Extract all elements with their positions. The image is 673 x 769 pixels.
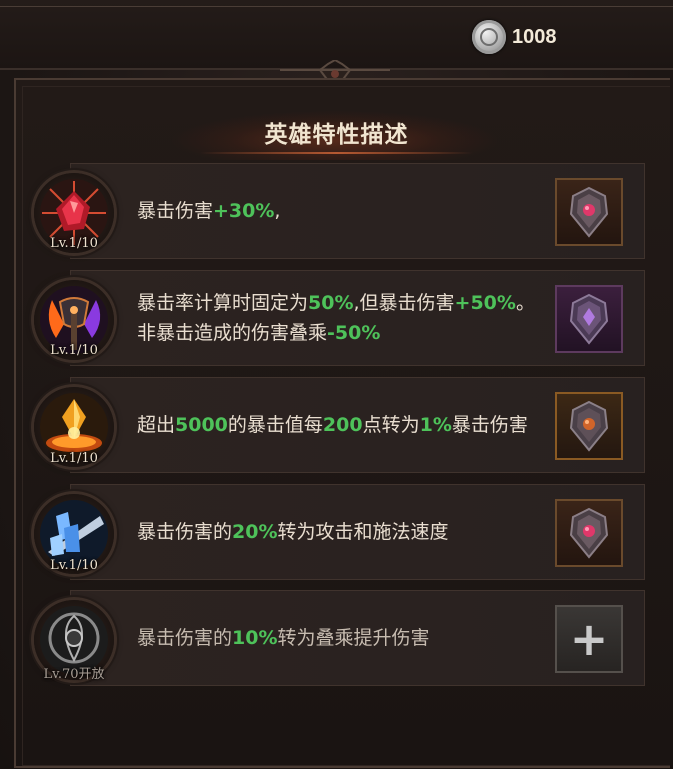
plus-icon: + [569,612,609,666]
trait-value-highlight: 50% [308,292,354,314]
amber-shield-gem-icon [569,400,609,452]
trait-description: 暴击伤害+30%, [137,164,547,258]
trait-level: Lv.1/10 [50,451,98,466]
trait-value-highlight: -50% [327,322,381,344]
title-underline [200,152,473,154]
trait-row[interactable]: 暴击伤害+30%, [70,163,645,259]
trait-text-segment: 暴击伤害 [451,414,528,436]
trait-description: 暴击伤害的10%转为叠乘提升伤害 [137,591,547,685]
gem-slot[interactable] [555,392,623,460]
red-shield-gem-icon [569,186,609,238]
trait-text-segment: 的暴击值每 [227,414,323,436]
silver-coin-icon [472,20,506,54]
top-bar-divider [0,6,673,7]
trait-level: Lv.1/10 [50,236,98,251]
trait-level: Lv.1/10 [50,343,98,358]
trait-value-highlight: 5000 [175,414,228,436]
trait-level: Lv.70开放 [43,667,105,682]
trait-text-segment: 超出 [137,414,176,436]
trait-text-segment: 点转为 [362,414,420,436]
trait-description: 暴击率计算时固定为50%,但暴击伤害+50%。非暴击造成的伤害叠乘-50% [137,271,547,365]
trait-value-highlight: 20% [232,521,278,543]
red-shield-gem-icon [569,507,609,559]
trait-text-segment: 暴击率计算时固定为 [137,292,309,314]
trait-text-segment: ,但暴击伤害 [353,292,455,314]
trait-description: 超出5000的暴击值每200点转为1%暴击伤害 [137,378,547,472]
currency-value: 1008 [512,25,557,48]
trait-description: 暴击伤害的20%转为攻击和施法速度 [137,485,547,579]
trait-level: Lv.1/10 [50,558,98,573]
trait-value-highlight: +30% [213,200,275,222]
trait-text-segment: 转为叠乘提升伤害 [277,627,430,649]
hero-trait-screen: 1008 英雄特性描述 暴击伤害+30%, 暴击率计算时固定为50%,但暴击伤害… [0,0,673,769]
currency-display: 1008 [472,20,557,54]
gem-slot[interactable] [555,285,623,353]
panel-title: 英雄特性描述 [264,122,409,148]
trait-text-segment: , [274,200,281,222]
trait-value-highlight: 10% [232,627,278,649]
trait-row[interactable]: 暴击率计算时固定为50%,但暴击伤害+50%。非暴击造成的伤害叠乘-50% [70,270,645,366]
trait-text-segment: 转为攻击和施法速度 [277,521,449,543]
trait-text-segment: 暴击伤害的 [137,627,233,649]
gem-slot[interactable] [555,499,623,567]
trait-text-segment: 暴击伤害 [137,200,214,222]
trait-value-highlight: 1% [419,414,452,436]
trait-value-highlight: +50% [454,292,516,314]
trait-text-segment: 暴击伤害的 [137,521,233,543]
gem-slot[interactable] [555,178,623,246]
trait-row-locked[interactable]: 暴击伤害的10%转为叠乘提升伤害 + [70,590,645,686]
trait-row[interactable]: 暴击伤害的20%转为攻击和施法速度 [70,484,645,580]
add-gem-button[interactable]: + [555,605,623,673]
purple-shield-gem-icon [569,293,609,345]
trait-row[interactable]: 超出5000的暴击值每200点转为1%暴击伤害 [70,377,645,473]
trait-value-highlight: 200 [322,414,363,436]
